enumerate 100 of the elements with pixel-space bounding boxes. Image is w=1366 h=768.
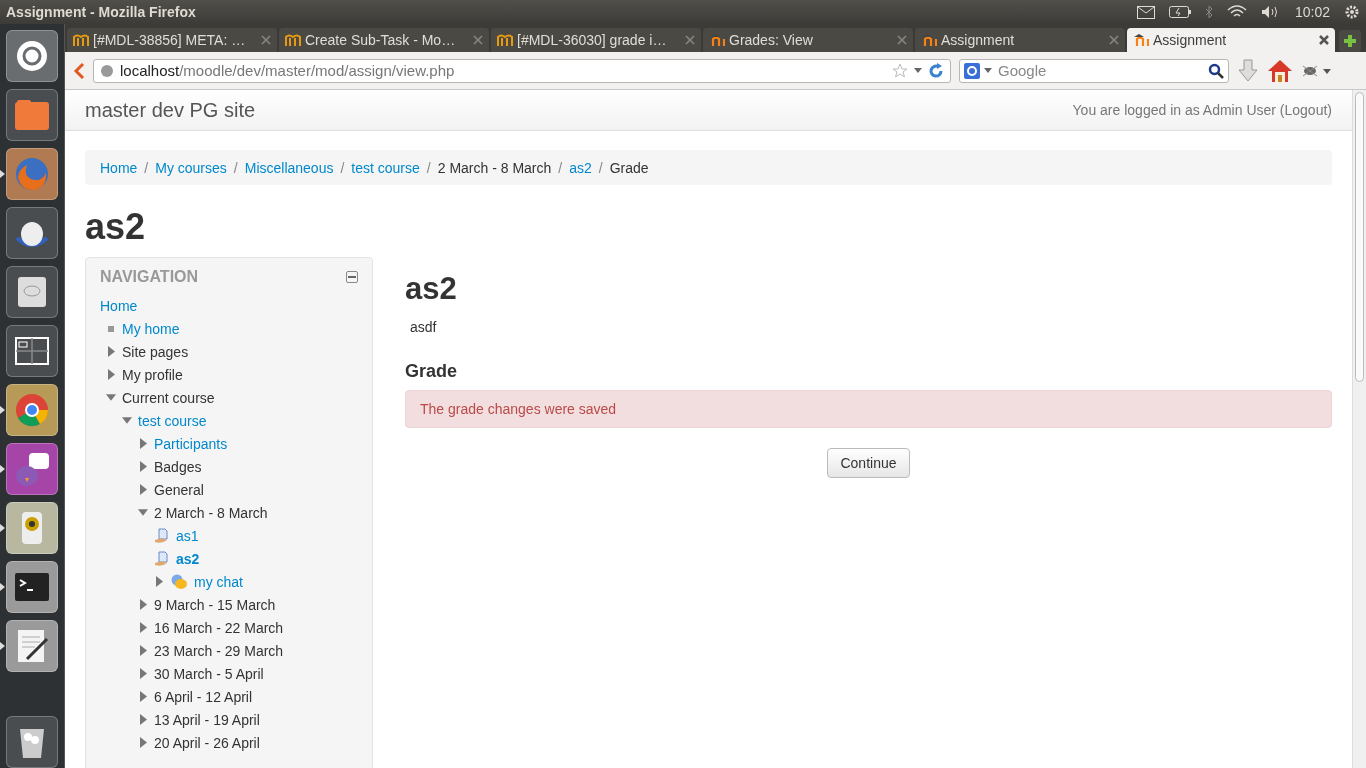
browser-icon[interactable] — [13, 391, 51, 429]
navigation-item[interactable]: 2 March - 8 March — [154, 504, 268, 521]
navigation-item[interactable]: 16 March - 22 March — [154, 619, 284, 636]
breadcrumb-item: 2 March - 8 March — [437, 159, 552, 176]
breadcrumb-item[interactable]: Home — [100, 159, 138, 176]
launcher-tile[interactable] — [6, 561, 58, 613]
new-tab-button[interactable] — [1339, 30, 1361, 52]
reload-icon[interactable] — [928, 62, 944, 79]
browser-tab[interactable]: Assignment — [915, 28, 1125, 52]
browser-tab[interactable]: Create Sub-Task - Mo… — [279, 28, 489, 52]
navigation-item[interactable]: 6 April - 12 April — [154, 688, 253, 705]
breadcrumb-item[interactable]: Miscellaneous — [244, 159, 334, 176]
navigation-item[interactable]: Site pages — [122, 343, 189, 360]
launcher-tile[interactable] — [6, 384, 58, 436]
address-bar[interactable]: localhost/moodle/dev/master/mod/assign/view.php — [93, 58, 951, 83]
search-field[interactable]: Google — [959, 58, 1229, 83]
document-hand-icon — [154, 527, 170, 544]
browser-tab[interactable]: Assignment — [1127, 28, 1335, 52]
document-hand-icon — [154, 550, 170, 567]
expanded-arrow-icon[interactable] — [106, 394, 116, 401]
collapse-icon[interactable] — [346, 271, 358, 283]
breadcrumb-separator: / — [426, 159, 431, 176]
dropdown-icon[interactable] — [984, 68, 992, 73]
breadcrumb-item: Grade — [609, 159, 649, 176]
navigation-item[interactable]: Home — [100, 297, 138, 314]
star-icon[interactable] — [892, 62, 908, 79]
navigation-item[interactable]: 20 April - 26 April — [154, 734, 260, 751]
launcher-tile[interactable] — [6, 207, 58, 259]
launcher-tile[interactable] — [6, 266, 58, 318]
section-heading: Grade — [405, 361, 459, 382]
wifi-icon[interactable] — [1226, 5, 1247, 19]
navigation-item[interactable]: 13 April - 19 April — [154, 711, 260, 728]
bird-chat-icon[interactable] — [13, 450, 51, 488]
launcher-tile[interactable] — [6, 148, 58, 200]
error-alert: The grade changes were saved — [405, 390, 1332, 428]
assignment-heading: as2 — [405, 271, 458, 307]
launcher-tile[interactable] — [6, 30, 58, 82]
collapsed-arrow-icon[interactable] — [139, 599, 147, 610]
navigation-item[interactable]: my chat — [194, 573, 243, 590]
home-icon[interactable] — [1267, 58, 1293, 83]
breadcrumb-separator: / — [598, 159, 603, 176]
scrollbar-thumb[interactable] — [1355, 92, 1364, 382]
navigation-item[interactable]: as2 — [176, 550, 200, 567]
expanded-arrow-icon[interactable] — [122, 417, 132, 424]
collapsed-arrow-icon[interactable] — [107, 369, 115, 380]
collapsed-arrow-icon[interactable] — [139, 438, 147, 449]
collapsed-arrow-icon[interactable] — [139, 714, 147, 725]
navigation-item[interactable]: 23 March - 29 March — [154, 642, 284, 659]
collapsed-arrow-icon[interactable] — [139, 461, 147, 472]
envelope-icon[interactable] — [1136, 5, 1155, 19]
close-icon[interactable] — [1319, 35, 1329, 45]
collapsed-arrow-icon[interactable] — [139, 622, 147, 633]
navigation-item[interactable]: Current course — [122, 389, 215, 406]
search-engine-icon[interactable] — [964, 62, 980, 79]
login-info: You are logged in as Admin User (Logout) — [1072, 102, 1332, 118]
navigation-item[interactable]: 30 March - 5 April — [154, 665, 264, 682]
collapsed-arrow-icon[interactable] — [107, 346, 115, 357]
launcher-tile[interactable] — [6, 325, 58, 377]
search-icon[interactable] — [1208, 62, 1224, 79]
browser-tab[interactable]: Grades: View — [703, 28, 913, 52]
collapsed-arrow-icon[interactable] — [139, 737, 147, 748]
launcher-tile[interactable] — [6, 716, 58, 768]
navigation-item[interactable]: My home — [122, 320, 180, 337]
breadcrumb-item[interactable]: My courses — [155, 159, 227, 176]
window-title: Assignment - Mozilla Firefox — [6, 4, 197, 20]
browser-tab[interactable]: [#MDL-36030] grade i… — [491, 28, 701, 52]
back-icon[interactable] — [73, 61, 85, 80]
collapsed-arrow-icon[interactable] — [139, 668, 147, 679]
navigation-item[interactable]: General — [154, 481, 204, 498]
clock[interactable]: 10:02 — [1294, 4, 1330, 20]
collapsed-arrow-icon[interactable] — [139, 484, 147, 495]
launcher-tile[interactable] — [6, 443, 58, 495]
dropdown-icon[interactable] — [914, 68, 922, 73]
navigation-item[interactable]: My profile — [122, 366, 183, 383]
navigation-item[interactable]: test course — [138, 412, 207, 429]
launcher-tile[interactable] — [6, 502, 58, 554]
plus-icon — [1343, 34, 1357, 48]
launcher-tile[interactable] — [6, 620, 58, 672]
gear-icon[interactable] — [1344, 4, 1360, 20]
expanded-arrow-icon[interactable] — [138, 509, 148, 516]
breadcrumb-item[interactable]: test course — [351, 159, 420, 176]
launcher-tile[interactable] — [6, 89, 58, 141]
browser-tab[interactable]: [#MDL-38856] META: … — [67, 28, 277, 52]
bug-icon[interactable] — [1301, 63, 1331, 78]
breadcrumb-item[interactable]: as2 — [569, 159, 592, 176]
navigation-item[interactable]: Participants — [154, 435, 228, 452]
m-logo-icon — [1133, 33, 1149, 47]
breadcrumb-separator: / — [144, 159, 149, 176]
breadcrumb-separator: / — [233, 159, 238, 176]
collapsed-arrow-icon[interactable] — [139, 691, 147, 702]
site-name[interactable]: master dev PG site — [85, 98, 256, 122]
collapsed-arrow-icon[interactable] — [155, 576, 163, 587]
collapsed-arrow-icon[interactable] — [139, 645, 147, 656]
navigation-item[interactable]: 9 March - 15 March — [154, 596, 276, 613]
m-logo-icon — [921, 33, 937, 47]
continue-button[interactable]: Continue — [827, 448, 910, 478]
battery-icon[interactable] — [1168, 6, 1191, 18]
navigation-item[interactable]: as1 — [176, 527, 199, 544]
bluetooth-icon[interactable] — [1204, 5, 1213, 19]
navigation-item[interactable]: Badges — [154, 458, 202, 475]
